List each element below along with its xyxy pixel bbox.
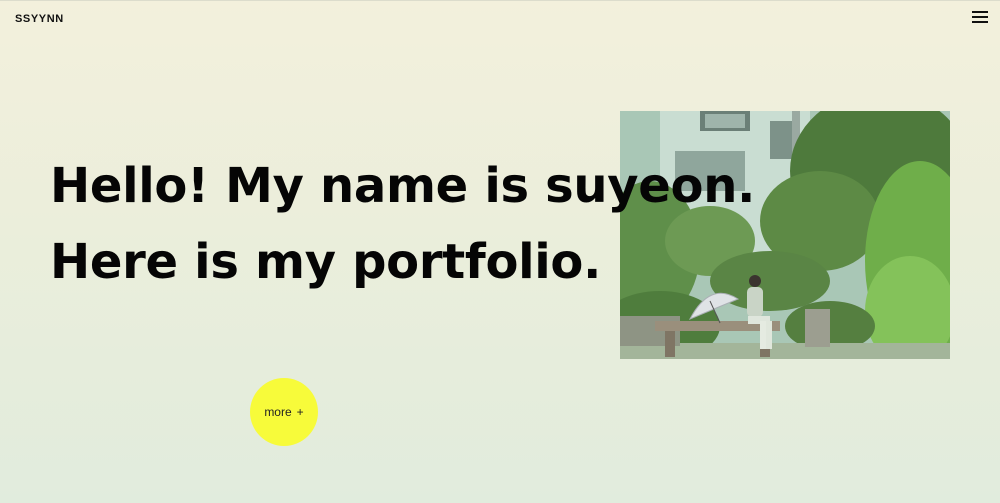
menu-bar xyxy=(972,11,988,13)
plus-icon: + xyxy=(296,405,304,419)
hero-line-portfolio: Here is my portfolio. xyxy=(50,234,602,290)
menu-bar xyxy=(972,16,988,18)
site-logo[interactable]: SSYYNN xyxy=(15,13,64,25)
more-button[interactable]: more + xyxy=(250,378,318,446)
menu-bar xyxy=(972,21,988,23)
hero-line-greeting: Hello! My name is suyeon. xyxy=(50,158,756,214)
hamburger-menu-icon[interactable] xyxy=(972,11,988,24)
top-border xyxy=(0,0,1000,1)
hero-headline: Hello! My name is suyeon. Here is my por… xyxy=(50,148,755,300)
more-button-label: more xyxy=(264,405,292,419)
